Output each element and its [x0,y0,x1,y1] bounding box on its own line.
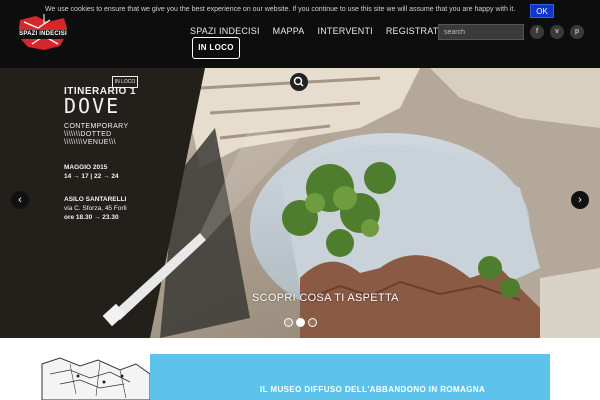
nav-registrati[interactable]: REGISTRATI [386,26,441,38]
promo-section: IN LOCO IL MUSEO DIFFUSO DELL'ABBANDONO … [0,37,600,400]
promo-title: IL MUSEO DIFFUSO DELL'ABBANDONO IN ROMAG… [260,385,486,394]
magnifier-icon [293,76,304,87]
logo-wordmark: SPAZI INDECISI [18,30,68,39]
cookie-message: We use cookies to ensure that we give yo… [45,6,516,13]
hero-caption[interactable]: SCOPRI COSA TI ASPETTA [252,292,399,304]
cookie-ok-button[interactable]: OK [530,4,554,18]
hero-slider: IN LOCO ITINERARIO 1 DOVE CONTEMPORARY \… [0,68,600,338]
vimeo-icon[interactable]: v [550,25,564,39]
nav-mappa[interactable]: MAPPA [273,26,305,38]
slider-dot-1[interactable] [284,318,293,327]
in-loco-badge: IN LOCO [192,37,240,59]
slider-next-button[interactable]: › [571,191,589,209]
pinterest-icon[interactable]: p [570,25,584,39]
poster-address: via C. Sforza, 45 Forlì [64,205,127,212]
poster-dates: 14 → 17 | 22 → 24 [64,173,119,180]
site-logo[interactable]: SPAZI INDECISI [14,14,72,52]
poster-subtitle-3: \\\\\\\\VENUE\\\ [64,139,116,146]
poster-title: DOVE [64,94,121,118]
slider-dot-3[interactable] [308,318,317,327]
facebook-icon[interactable]: f [530,25,544,39]
poster-subtitle-1: CONTEMPORARY [64,123,129,130]
nav-interventi[interactable]: INTERVENTI [318,26,373,38]
search-input[interactable] [438,24,524,40]
poster-subtitle-2: \\\\\\\DOTTED [64,131,112,138]
slider-prev-button[interactable]: ‹ [11,191,29,209]
zoom-button[interactable] [290,73,308,91]
slider-dot-2[interactable] [296,318,305,327]
cookie-bar: We use cookies to ensure that we give yo… [0,4,600,18]
poster-date-title: MAGGIO 2015 [64,164,108,171]
poster-venue: ASILO SANTARELLI [64,196,127,203]
site-header: We use cookies to ensure that we give yo… [0,0,600,68]
slider-pagination [284,318,317,327]
region-map-image [40,354,150,400]
poster-hours: ore 18.30 → 23.30 [64,214,119,221]
